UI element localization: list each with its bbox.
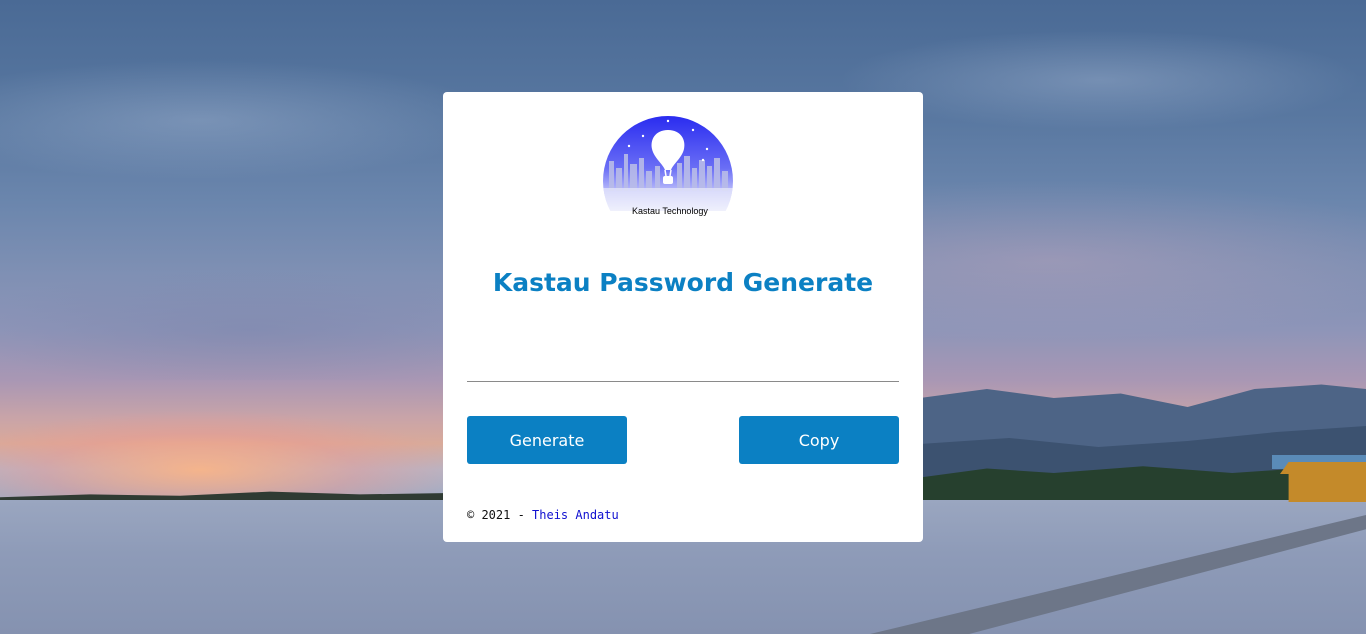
copy-button[interactable]: Copy [739,416,899,464]
kastau-logo: Kastau Technology [603,116,733,226]
generate-button[interactable]: Generate [467,416,627,464]
pier-hut [1280,462,1366,502]
hot-air-balloon-city-logo: Kastau Technology [603,116,733,216]
copyright-text: © 2021 - [467,508,533,522]
author-link[interactable]: Theis Andatu [532,508,619,522]
sunset-glow [0,400,460,500]
password-output-field[interactable] [467,348,899,382]
generator-card: Kastau Technology Kastau Password Genera… [443,92,923,542]
footer-credit: © 2021 - Theis Andatu [467,508,619,522]
logo-caption: Kastau Technology [632,206,708,216]
page-title: Kastau Password Generate [492,268,874,297]
